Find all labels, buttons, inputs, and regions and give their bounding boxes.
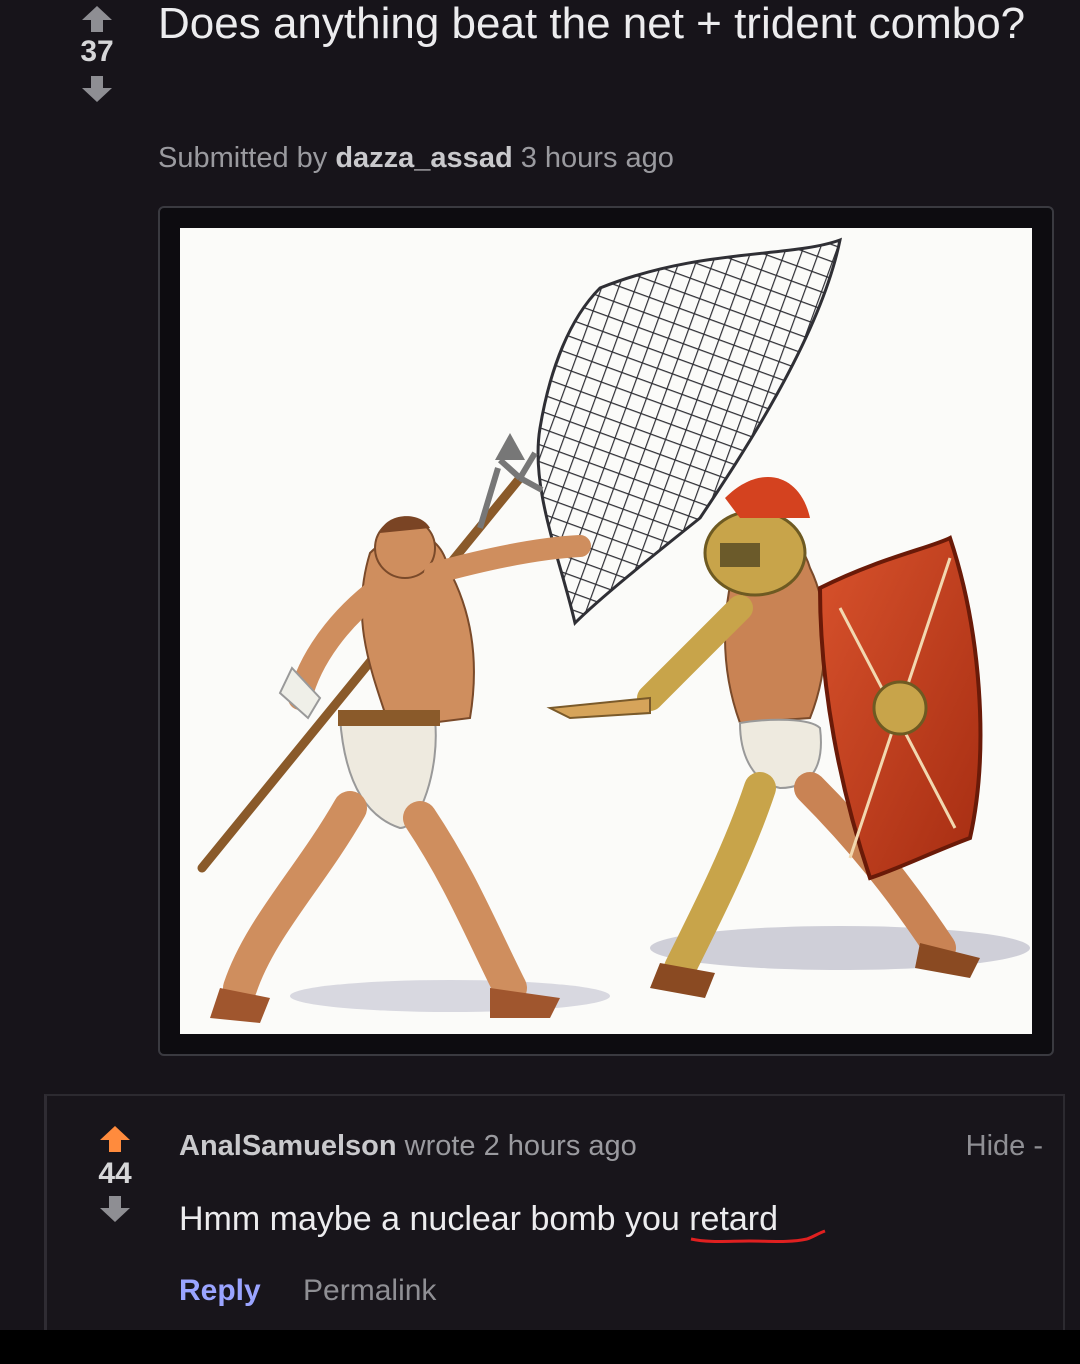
post-author[interactable]: dazza_assad (335, 142, 512, 174)
post-vote-column: 37 (62, 0, 132, 104)
post-image-frame (158, 206, 1054, 1056)
spellcheck-squiggle-icon (690, 1229, 826, 1243)
post-time: 3 hours ago (520, 142, 674, 174)
post-score: 37 (80, 35, 114, 68)
submitted-label: Submitted by (158, 142, 328, 174)
comment-time: wrote 2 hours ago (404, 1130, 637, 1162)
post-image[interactable] (180, 228, 1032, 1034)
upvote-icon[interactable] (80, 4, 114, 34)
downvote-icon[interactable] (98, 1194, 132, 1224)
comment: 44 AnalSamuelson wrote 2 hours ago Hide … (44, 1094, 1065, 1332)
post: 37 Does anything beat the net + trident … (0, 0, 1080, 1090)
permalink-link[interactable]: Permalink (303, 1274, 436, 1307)
post-meta: Submitted by dazza_assad 3 hours ago (158, 142, 674, 175)
hide-button[interactable]: Hide - (966, 1130, 1043, 1163)
comment-vote-column: 44 (87, 1124, 143, 1224)
post-title[interactable]: Does anything beat the net + trident com… (158, 0, 1038, 62)
gladiator-illustration (197, 237, 1030, 1023)
bottom-bar (0, 1330, 1080, 1364)
comment-body: Hmm maybe a nuclear bomb you retard (179, 1200, 826, 1243)
comment-text: Hmm maybe a nuclear bomb you (179, 1200, 690, 1238)
comment-score: 44 (98, 1157, 132, 1190)
upvote-active-icon[interactable] (98, 1124, 132, 1154)
comment-last-word: retard (689, 1200, 826, 1243)
reply-link[interactable]: Reply (179, 1274, 261, 1307)
comment-meta: AnalSamuelson wrote 2 hours ago (179, 1130, 637, 1163)
comment-actions: Reply Permalink (179, 1274, 436, 1308)
comment-author[interactable]: AnalSamuelson (179, 1130, 397, 1162)
downvote-icon[interactable] (80, 74, 114, 104)
